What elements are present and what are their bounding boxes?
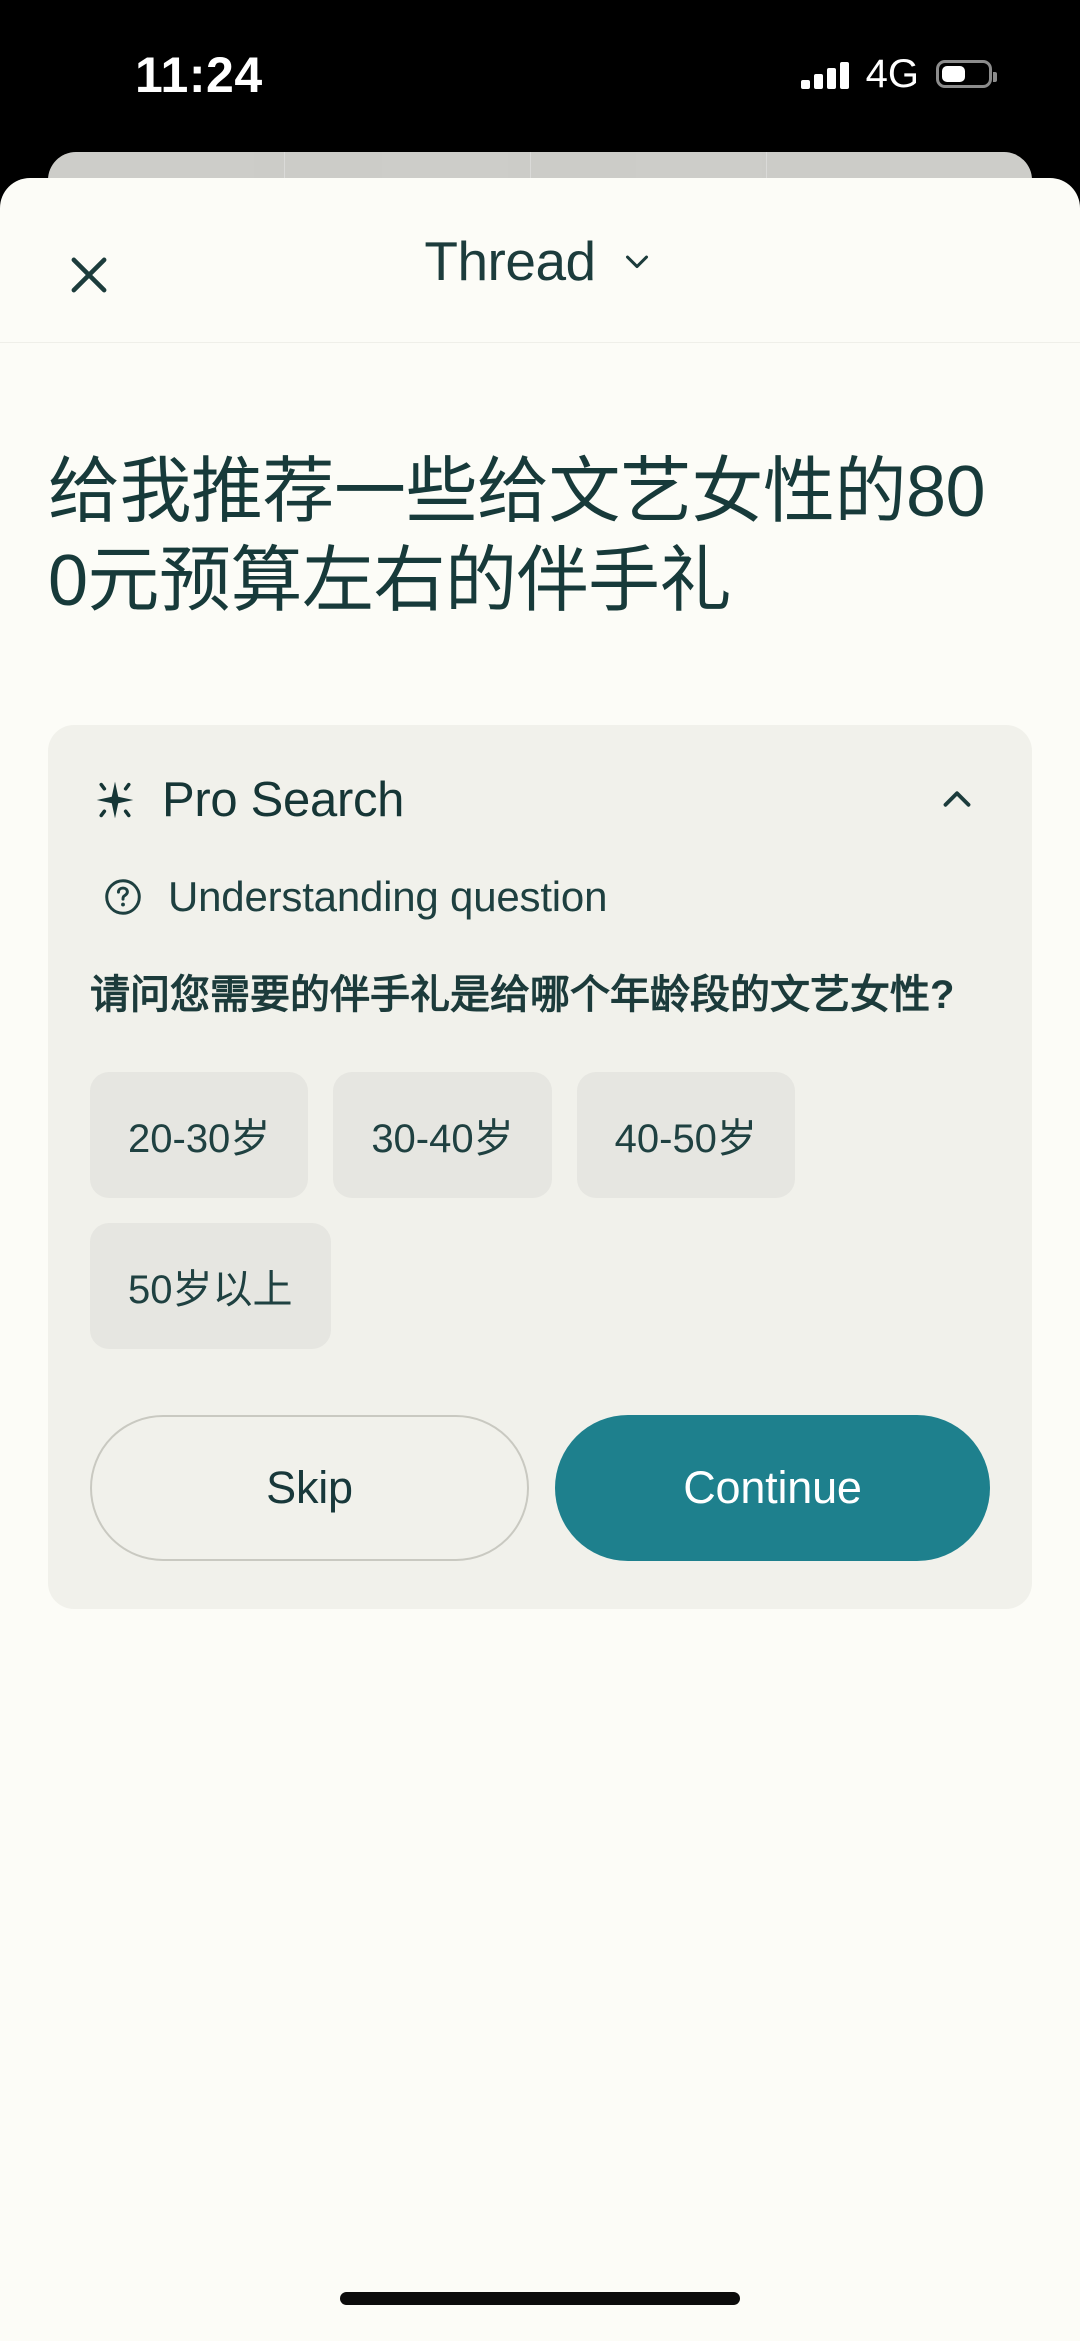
action-buttons: Skip Continue	[90, 1414, 990, 1561]
network-type-label: 4G	[865, 52, 919, 96]
thread-sheet: Thread 给我推荐一些给文艺女性的800元预算左右的伴手礼 Pro Sear…	[0, 178, 1080, 2341]
skip-button[interactable]: Skip	[90, 1414, 529, 1561]
sparkle-icon	[90, 775, 140, 825]
page-title: Thread	[424, 229, 596, 292]
thread-question-title: 给我推荐一些给文艺女性的800元预算左右的伴手礼	[48, 452, 986, 621]
status-bar-time: 11:24	[135, 47, 263, 103]
option-chip[interactable]: 50岁以上	[90, 1222, 331, 1349]
sheet-header: Thread	[0, 178, 1080, 343]
option-chip[interactable]: 30-40岁	[333, 1071, 552, 1198]
pro-search-step-label: Understanding question	[168, 873, 608, 921]
pro-search-header[interactable]: Pro Search	[90, 769, 990, 831]
pro-search-label: Pro Search	[162, 773, 405, 828]
phone-screen: 11:24 4G Thread 给我推荐一些给文艺女性的800元预算左右的伴手礼…	[0, 0, 1080, 2341]
home-indicator[interactable]	[340, 2292, 740, 2305]
question-circle-icon	[102, 876, 144, 918]
collapse-button[interactable]	[924, 767, 990, 833]
thread-title-dropdown[interactable]: Thread	[0, 178, 1080, 343]
pro-search-card: Pro Search Understanding question 请问您需要的…	[48, 725, 1032, 1609]
option-chip-list: 20-30岁 30-40岁 40-50岁 50岁以上	[90, 1071, 990, 1349]
chevron-down-icon	[625, 255, 648, 268]
option-chip[interactable]: 40-50岁	[576, 1071, 795, 1198]
continue-button[interactable]: Continue	[555, 1414, 990, 1561]
signal-bars-icon	[800, 59, 849, 89]
battery-icon	[936, 60, 997, 88]
chevron-up-icon	[943, 791, 971, 807]
sheet-body: 给我推荐一些给文艺女性的800元预算左右的伴手礼 Pro Search Unde…	[0, 448, 1080, 1609]
status-bar: 11:24 4G	[0, 0, 1080, 150]
option-chip[interactable]: 20-30岁	[90, 1071, 309, 1198]
status-bar-indicators: 4G	[800, 52, 997, 96]
followup-question-text: 请问您需要的伴手礼是给哪个年龄段的文艺女性?	[90, 973, 955, 1018]
pro-search-step: Understanding question	[90, 873, 990, 921]
